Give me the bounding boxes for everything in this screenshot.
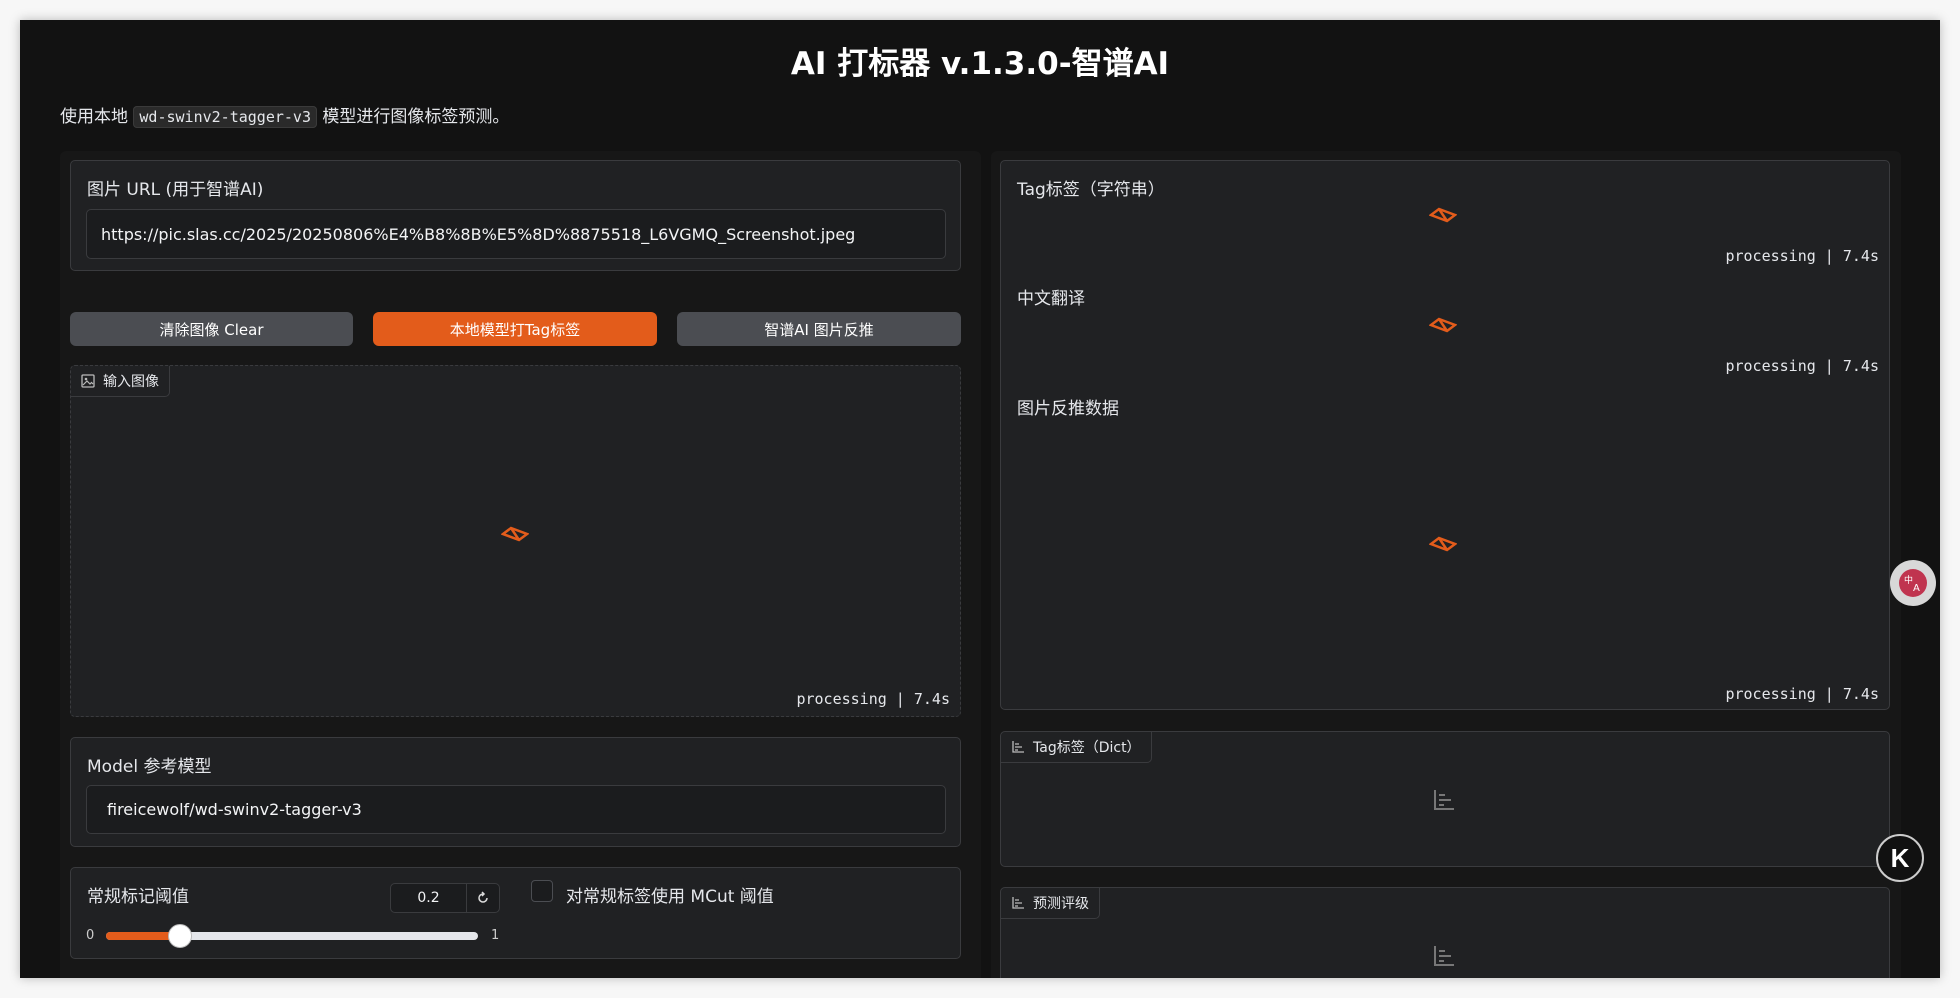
input-image-label: 输入图像 <box>103 374 159 390</box>
tag-string-label: Tag标签（字符串） <box>1017 180 1165 200</box>
chart-icon <box>1434 946 1454 966</box>
threshold-max-label: 1 <box>491 928 500 943</box>
loader-icon <box>1429 207 1457 223</box>
description-prefix: 使用本地 <box>60 107 128 127</box>
model-label: Model 参考模型 <box>87 757 212 777</box>
model-panel: Model 参考模型 fireicewolf/wd-swinv2-tagger-… <box>70 737 961 847</box>
reverse-data-label: 图片反推数据 <box>1017 399 1119 419</box>
rating-tag: 预测评级 <box>1001 888 1100 919</box>
threshold-min-label: 0 <box>86 928 95 943</box>
loader-icon <box>1429 536 1457 552</box>
local-tag-button[interactable]: 本地模型打Tag标签 <box>373 312 657 346</box>
reset-icon <box>478 891 488 903</box>
svg-text:A: A <box>1913 583 1920 594</box>
model-select[interactable]: fireicewolf/wd-swinv2-tagger-v3 <box>86 785 946 834</box>
url-panel: 图片 URL (用于智谱AI) https://pic.slas.cc/2025… <box>70 160 961 271</box>
translation-status: processing | 7.4s <box>1725 357 1879 375</box>
tag-string-status: processing | 7.4s <box>1725 247 1879 265</box>
reset-button[interactable] <box>466 884 499 912</box>
description-suffix: 模型进行图像标签预测。 <box>322 107 510 127</box>
k-logo-icon: K <box>1890 842 1910 873</box>
tag-dict-label: Tag标签（Dict） <box>1033 740 1141 756</box>
chart-icon <box>1012 897 1024 909</box>
page-description: 使用本地 wd-swinv2-tagger-v3 模型进行图像标签预测。 <box>60 102 510 128</box>
mcut-label: 对常规标签使用 MCut 阈值 <box>566 887 774 907</box>
tag-dict-panel: Tag标签（Dict） <box>1000 731 1890 867</box>
translate-icon: 中 A <box>1899 569 1927 597</box>
tag-dict-tag: Tag标签（Dict） <box>1001 732 1152 763</box>
loader-icon <box>501 526 529 542</box>
threshold-slider-thumb[interactable] <box>168 924 192 948</box>
translate-float-button[interactable]: 中 A <box>1890 560 1936 606</box>
threshold-panel: 常规标记阈值 0.2 对常规标签使用 MCut 阈值 0 1 <box>70 867 961 959</box>
rating-panel: 预测评级 <box>1000 887 1890 978</box>
input-image-panel[interactable]: 输入图像 processing | 7.4s <box>70 365 961 717</box>
model-code: wd-swinv2-tagger-v3 <box>133 106 317 128</box>
input-image-tag: 输入图像 <box>71 366 170 397</box>
k-logo-button[interactable]: K <box>1876 834 1924 882</box>
chart-icon <box>1434 790 1454 810</box>
chart-icon <box>1012 741 1024 753</box>
threshold-number-input[interactable]: 0.2 <box>390 883 500 913</box>
threshold-value: 0.2 <box>417 890 440 906</box>
reverse-data-status: processing | 7.4s <box>1725 685 1879 703</box>
input-image-status: processing | 7.4s <box>796 690 950 708</box>
threshold-label: 常规标记阈值 <box>87 887 189 907</box>
rating-label: 预测评级 <box>1033 896 1089 912</box>
page-title: AI 打标器 v.1.3.0-智谱AI <box>790 46 1170 82</box>
loader-icon <box>1429 317 1457 333</box>
url-input[interactable]: https://pic.slas.cc/2025/20250806%E4%B8%… <box>86 209 946 259</box>
svg-text:中: 中 <box>1904 574 1913 586</box>
clear-image-button[interactable]: 清除图像 Clear <box>70 312 353 346</box>
zhipu-reverse-button[interactable]: 智谱AI 图片反推 <box>677 312 961 346</box>
translation-label: 中文翻译 <box>1017 289 1085 309</box>
image-icon <box>81 374 95 388</box>
mcut-checkbox[interactable] <box>531 880 553 902</box>
text-outputs-panel: Tag标签（字符串） processing | 7.4s 中文翻译 proces… <box>1000 160 1890 710</box>
url-label: 图片 URL (用于智谱AI) <box>87 180 264 200</box>
app-window: AI 打标器 v.1.3.0-智谱AI 使用本地 wd-swinv2-tagge… <box>20 20 1940 978</box>
